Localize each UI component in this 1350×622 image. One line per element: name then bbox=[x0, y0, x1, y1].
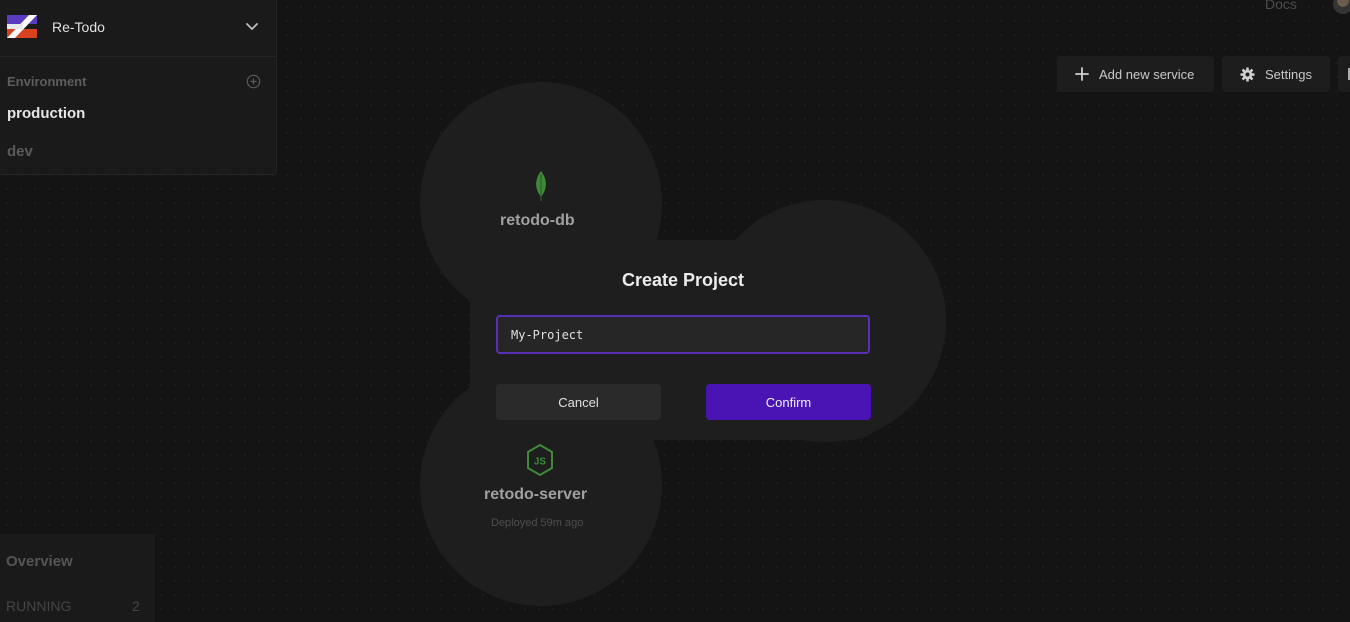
more-button[interactable] bbox=[1338, 56, 1350, 92]
plus-icon bbox=[1075, 67, 1089, 81]
nodejs-icon: JS bbox=[527, 443, 553, 477]
project-logo-icon bbox=[7, 15, 37, 38]
add-new-service-label: Add new service bbox=[1099, 66, 1195, 82]
overview-title[interactable]: Overview bbox=[6, 553, 73, 570]
gear-icon bbox=[1240, 66, 1255, 82]
service-status-retodo-server: Deployed 59m ago bbox=[491, 517, 584, 529]
add-environment-icon[interactable] bbox=[246, 74, 261, 89]
more-icon bbox=[1348, 68, 1350, 80]
project-name: Re-Todo bbox=[52, 19, 105, 35]
svg-text:JS: JS bbox=[534, 457, 547, 468]
service-name-retodo-db: retodo-db bbox=[500, 212, 575, 229]
canvas: Re-Todo Environment production dev Docs … bbox=[0, 0, 1350, 622]
docs-link[interactable]: Docs bbox=[1265, 0, 1297, 12]
settings-label: Settings bbox=[1265, 66, 1312, 82]
confirm-button[interactable]: Confirm bbox=[706, 384, 871, 420]
mongodb-leaf-icon bbox=[536, 171, 546, 201]
modal-title: Create Project bbox=[621, 270, 745, 290]
cancel-button[interactable]: Cancel bbox=[496, 384, 661, 420]
environment-item-production[interactable]: production bbox=[7, 105, 85, 122]
project-name-input[interactable] bbox=[496, 315, 870, 354]
environment-panel: Re-Todo Environment production dev bbox=[0, 0, 277, 175]
running-count: 2 bbox=[132, 598, 140, 614]
add-new-service-button[interactable]: Add new service bbox=[1057, 56, 1214, 92]
service-name-retodo-server: retodo-server bbox=[484, 486, 588, 503]
chevron-down-icon[interactable] bbox=[245, 20, 259, 34]
avatar[interactable] bbox=[1333, 0, 1350, 14]
project-selector[interactable]: Re-Todo bbox=[0, 0, 276, 57]
environment-item-dev[interactable]: dev bbox=[7, 143, 33, 160]
running-label: RUNNING bbox=[6, 598, 72, 614]
settings-button[interactable]: Settings bbox=[1222, 56, 1330, 92]
environment-heading: Environment bbox=[7, 74, 87, 89]
